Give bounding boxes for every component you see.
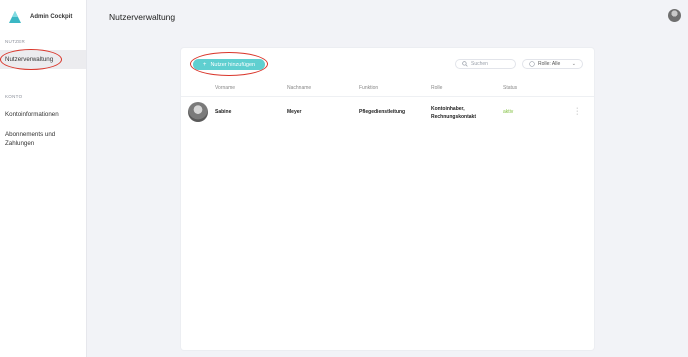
cell-first-name: Sabine xyxy=(215,109,232,115)
cell-role: Kontoinhaber, Rechnungskontakt xyxy=(431,105,476,121)
user-avatar[interactable] xyxy=(668,9,681,22)
column-header-function[interactable]: Funktion xyxy=(359,85,378,91)
sidebar-item-label: Nutzerverwaltung xyxy=(5,56,54,63)
sidebar-item-subscriptions[interactable]: Abonnements und Zahlungen xyxy=(0,130,86,148)
status-badge: aktiv xyxy=(503,109,514,115)
logo-icon xyxy=(9,11,21,23)
sidebar-item-label: Zahlungen xyxy=(5,140,35,147)
chevron-down-icon: ⌄ xyxy=(571,61,576,67)
logo[interactable]: Admin Cockpit xyxy=(8,10,72,24)
page-title: Nutzerverwaltung xyxy=(109,12,176,22)
cell-role-line: Rechnungskontakt xyxy=(431,114,477,120)
section-label-account: KONTO xyxy=(5,94,23,99)
search-icon xyxy=(462,61,468,67)
cell-function: Pflegedienstleitung xyxy=(359,109,406,115)
column-header-role[interactable]: Rolle xyxy=(431,85,442,91)
column-header-last-name[interactable]: Nachname xyxy=(287,85,311,91)
plus-icon: + xyxy=(202,61,207,68)
cell-role-line: Kontoinhaber, xyxy=(431,106,465,112)
column-header-first-name[interactable]: Vorname xyxy=(215,85,235,91)
sidebar-item-label: Kontoinformationen xyxy=(5,111,59,118)
sidebar: Admin Cockpit NUTZER Nutzerverwaltung KO… xyxy=(0,0,87,357)
sidebar-item-user-management[interactable]: Nutzerverwaltung xyxy=(0,50,86,69)
search-input[interactable]: Suchen xyxy=(455,59,516,69)
column-header-status[interactable]: Status xyxy=(503,85,517,91)
avatar xyxy=(188,102,208,122)
search-placeholder: Suchen xyxy=(471,61,488,67)
user-management-card: + Nutzer hinzufügen Suchen Rolle: Alle ⌄… xyxy=(181,48,594,350)
cell-last-name: Meyer xyxy=(287,109,302,115)
add-user-button-label: Nutzer hinzufügen xyxy=(210,61,256,68)
role-filter-select[interactable]: Rolle: Alle ⌄ xyxy=(522,59,583,69)
sidebar-item-label: Abonnements und xyxy=(5,131,56,138)
role-filter-label: Rolle: Alle xyxy=(538,61,561,67)
more-options-icon[interactable]: · · · xyxy=(576,105,578,118)
sidebar-item-account-info[interactable]: Kontoinformationen xyxy=(0,111,86,118)
role-filter-icon xyxy=(529,61,535,67)
add-user-button[interactable]: + Nutzer hinzufügen xyxy=(193,59,265,70)
table-row[interactable]: Sabine Meyer Pflegedienstleitung Kontoin… xyxy=(181,96,594,127)
section-label-user: NUTZER xyxy=(5,39,26,44)
app-title: Admin Cockpit xyxy=(30,14,73,20)
